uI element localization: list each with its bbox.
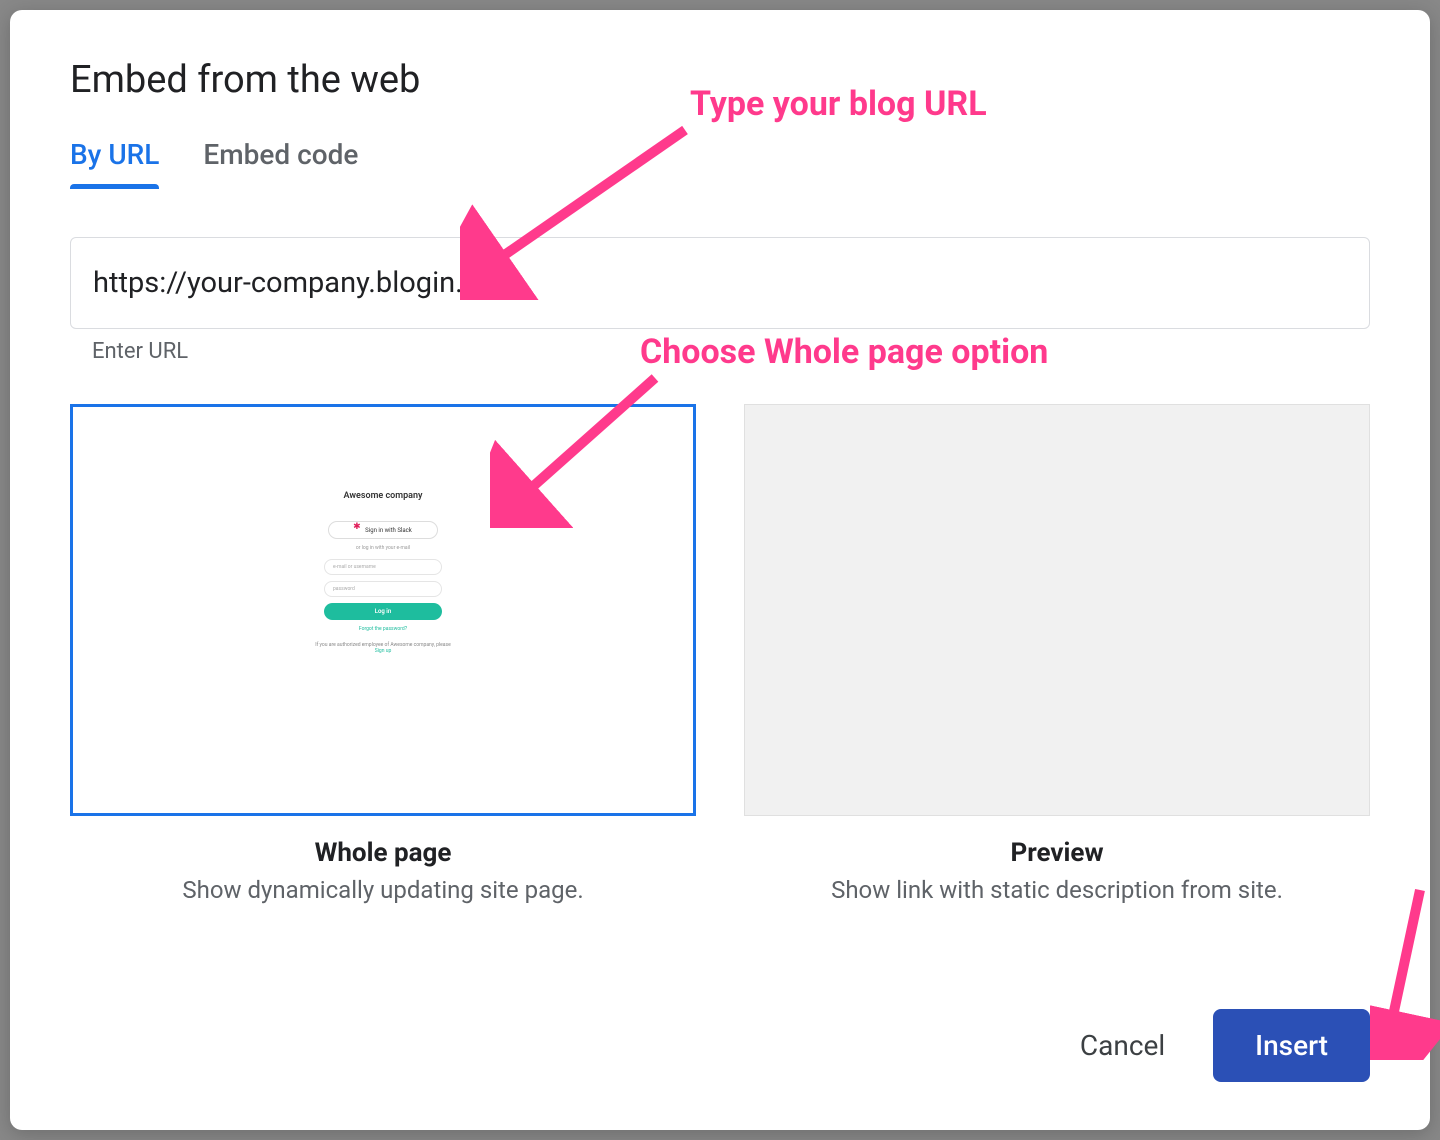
annotation-arrow-insert xyxy=(1370,880,1440,1060)
option-preview[interactable]: Preview Show link with static descriptio… xyxy=(744,404,1370,904)
option-whole-page-preview: Awesome company Sign in with Slack or lo… xyxy=(70,404,696,816)
embed-options-row: Awesome company Sign in with Slack or lo… xyxy=(70,404,1370,904)
insert-button[interactable]: Insert xyxy=(1213,1009,1370,1082)
option-whole-page-subtitle: Show dynamically updating site page. xyxy=(70,876,696,904)
cancel-button[interactable]: Cancel xyxy=(1060,1017,1185,1074)
mock-forgot-link: Forgot the password? xyxy=(313,626,453,632)
dialog-actions: Cancel Insert xyxy=(1060,1009,1370,1082)
mock-signup-link: Sign up xyxy=(375,648,392,654)
mock-or-text: or log in with your e-mail xyxy=(313,545,453,551)
slack-icon xyxy=(354,526,362,534)
option-preview-title: Preview xyxy=(744,838,1370,868)
embed-dialog: Embed from the web By URL Embed code Ent… xyxy=(10,10,1430,1130)
dialog-title: Embed from the web xyxy=(70,58,1370,102)
mock-login-page: Awesome company Sign in with Slack or lo… xyxy=(313,491,453,654)
option-whole-page-title: Whole page xyxy=(70,838,696,868)
url-input-wrap xyxy=(70,237,1370,329)
url-helper-text: Enter URL xyxy=(70,339,1370,364)
option-preview-thumbnail xyxy=(744,404,1370,816)
mock-slack-button: Sign in with Slack xyxy=(328,521,438,539)
mock-login-button: Log in xyxy=(324,603,442,620)
mock-footer: If you are authorized employee of Awesom… xyxy=(313,642,453,654)
mock-email-input: e-mail or username xyxy=(324,559,442,575)
url-input[interactable] xyxy=(70,237,1370,329)
mock-password-input: password xyxy=(324,581,442,597)
tabs: By URL Embed code xyxy=(70,138,1370,185)
option-whole-page[interactable]: Awesome company Sign in with Slack or lo… xyxy=(70,404,696,904)
mock-slack-label: Sign in with Slack xyxy=(365,527,412,534)
mock-company-name: Awesome company xyxy=(313,491,453,501)
tab-embed-code[interactable]: Embed code xyxy=(203,138,358,185)
option-preview-subtitle: Show link with static description from s… xyxy=(744,876,1370,904)
tab-by-url[interactable]: By URL xyxy=(70,138,159,185)
